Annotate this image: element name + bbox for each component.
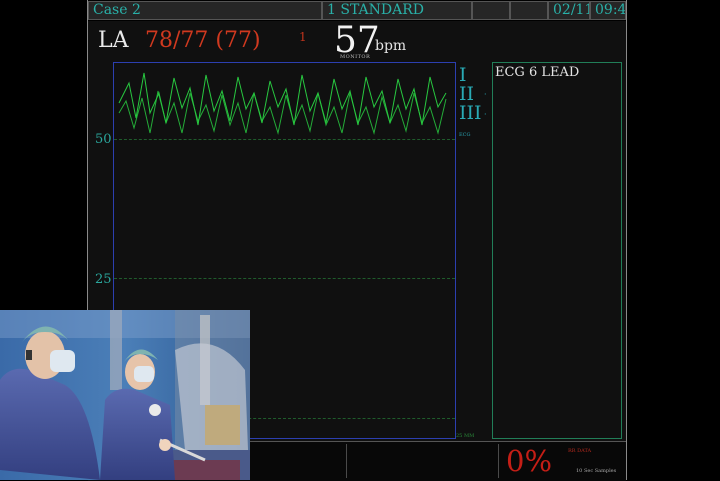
date-label: 02/11	[548, 1, 590, 20]
ecg-panel-title: ECG 6 LEAD	[495, 65, 580, 80]
top-bar-slot[interactable]	[510, 1, 548, 20]
samples-label: 10 Sec Samples	[576, 468, 617, 474]
pressure-readout: LA 78/77 (77) 1 57 bpm MONITOR	[88, 20, 626, 61]
lead-selector: I II III	[459, 66, 483, 123]
percent-readout: 0%	[506, 444, 553, 478]
y-tick-50: 50	[95, 132, 112, 147]
heart-rate-unit: bpm	[375, 38, 407, 54]
ecg-panel: ECG 6 LEAD	[492, 62, 622, 439]
ecg-trace-waveform	[118, 72, 447, 135]
top-bar-slot[interactable]	[472, 1, 510, 20]
y-tick-25: 25	[95, 272, 112, 287]
heart-rate-source: MONITOR	[340, 54, 371, 60]
lead-dot-icon: ·	[484, 90, 487, 99]
pressure-values: 78/77 (77)	[145, 28, 261, 53]
procedure-room-video	[0, 310, 250, 480]
plot-bottom-tag: 25 MM	[456, 433, 475, 439]
lead-iii[interactable]: III	[459, 104, 483, 123]
gridline-25	[114, 278, 455, 279]
monitor-top-bar: Case 2 1 STANDARD 02/11 09:46	[88, 0, 626, 21]
pressure-site-label: LA	[98, 28, 129, 53]
time-label: 09:46	[590, 1, 626, 20]
percent-label: RR DATA	[568, 448, 592, 454]
lead-footer: ECG	[459, 132, 471, 138]
bottom-divider	[498, 444, 499, 478]
pressure-marker: 1	[299, 30, 307, 44]
lead-dot-icon: ·	[484, 110, 487, 119]
bottom-divider	[346, 444, 347, 478]
camera-inset	[0, 310, 250, 480]
case-label[interactable]: Case 2	[88, 1, 322, 20]
mode-label[interactable]: 1 STANDARD	[322, 1, 472, 20]
